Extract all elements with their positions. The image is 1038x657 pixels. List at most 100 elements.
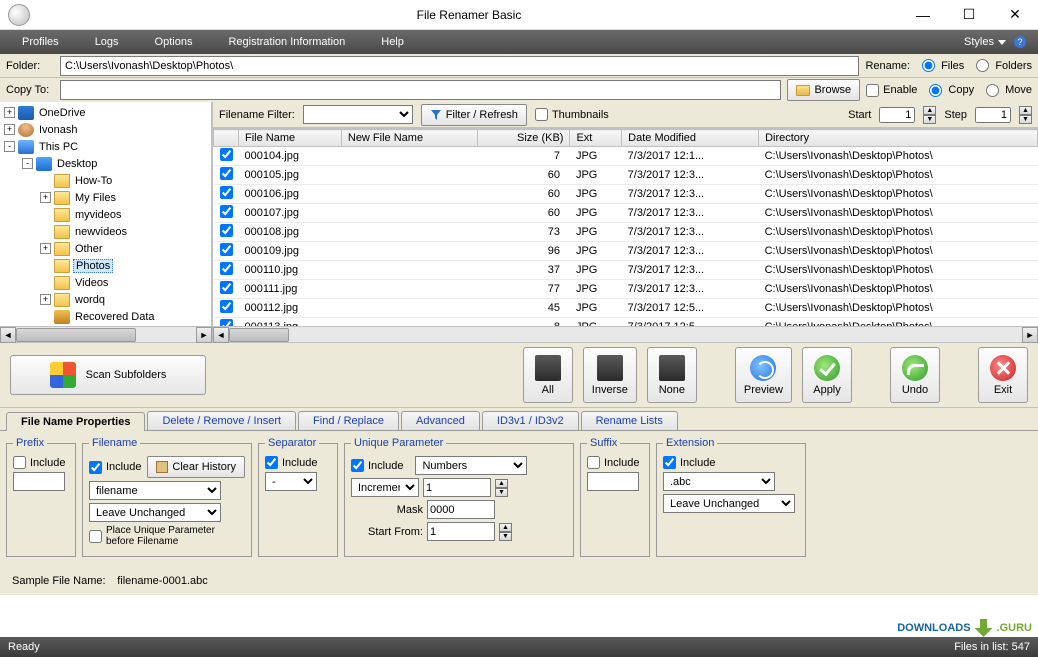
filename-case-combo[interactable]: Leave Unchanged — [89, 503, 221, 522]
expand-icon[interactable]: + — [40, 243, 51, 254]
scroll-thumb[interactable] — [229, 328, 289, 342]
rename-folders-radio[interactable] — [976, 59, 989, 72]
select-none-button[interactable]: None — [647, 347, 697, 403]
filter-refresh-button[interactable]: Filter / Refresh — [421, 104, 527, 126]
unique-mode-spinner[interactable]: ▲▼ — [495, 479, 508, 497]
copy-radio[interactable] — [929, 84, 942, 97]
select-all-button[interactable]: All — [523, 347, 573, 403]
tree-node[interactable]: +wordq — [0, 291, 211, 308]
select-inverse-button[interactable]: Inverse — [583, 347, 637, 403]
browse-button[interactable]: Browse — [787, 79, 860, 101]
tab-file-name-properties[interactable]: File Name Properties — [6, 412, 145, 431]
step-input[interactable] — [975, 107, 1011, 123]
collapse-icon[interactable]: - — [4, 141, 15, 152]
rename-files-radio[interactable] — [922, 59, 935, 72]
tree-node[interactable]: +Other — [0, 240, 211, 257]
table-row[interactable]: 000108.jpg73JPG7/3/2017 12:3...C:\Users\… — [214, 223, 1038, 242]
table-row[interactable]: 000109.jpg96JPG7/3/2017 12:3...C:\Users\… — [214, 242, 1038, 261]
tree-node[interactable]: Videos — [0, 274, 211, 291]
scan-subfolders-button[interactable]: Scan Subfolders — [10, 355, 206, 395]
collapse-icon[interactable]: - — [22, 158, 33, 169]
tree-node[interactable]: +My Files — [0, 189, 211, 206]
tree-node[interactable]: Photos — [0, 257, 211, 274]
extension-combo[interactable]: .abc — [663, 472, 775, 491]
prefix-input[interactable] — [13, 472, 65, 491]
folder-tree[interactable]: +OneDrive+Ivonash-This PC-DesktopHow-To+… — [0, 102, 212, 342]
table-row[interactable]: 000106.jpg60JPG7/3/2017 12:3...C:\Users\… — [214, 185, 1038, 204]
mask-input[interactable] — [427, 500, 495, 519]
table-row[interactable]: 000113.jpg8JPG7/3/2017 12:5...C:\Users\I… — [214, 318, 1038, 327]
table-row[interactable]: 000104.jpg7JPG7/3/2017 12:1...C:\Users\I… — [214, 147, 1038, 166]
tree-node[interactable]: +Ivonash — [0, 121, 211, 138]
table-row[interactable]: 000105.jpg60JPG7/3/2017 12:3...C:\Users\… — [214, 166, 1038, 185]
tab-advanced[interactable]: Advanced — [401, 411, 480, 430]
apply-button[interactable]: Apply — [802, 347, 852, 403]
menu-help[interactable]: Help — [363, 30, 422, 54]
expand-icon[interactable]: + — [4, 107, 15, 118]
scroll-right-icon[interactable]: ► — [196, 327, 212, 343]
table-row[interactable]: 000107.jpg60JPG7/3/2017 12:3...C:\Users\… — [214, 204, 1038, 223]
tree-node[interactable]: myvideos — [0, 206, 211, 223]
col-date[interactable]: Date Modified — [622, 130, 759, 147]
move-radio[interactable] — [986, 84, 999, 97]
col-ext[interactable]: Ext — [570, 130, 622, 147]
row-checkbox[interactable] — [220, 205, 233, 218]
help-icon[interactable]: ? — [1014, 36, 1026, 48]
tree-node[interactable]: -This PC — [0, 138, 211, 155]
menu-options[interactable]: Options — [137, 30, 211, 54]
expand-icon[interactable]: + — [40, 192, 51, 203]
tree-node[interactable]: newvideos — [0, 223, 211, 240]
suffix-include-checkbox[interactable] — [587, 456, 600, 469]
tree-node[interactable]: -Desktop — [0, 155, 211, 172]
grid-hscroll[interactable]: ◄ ► — [213, 326, 1038, 342]
folder-path-input[interactable] — [60, 56, 859, 76]
scroll-right-icon[interactable]: ► — [1022, 327, 1038, 343]
col-size[interactable]: Size (KB) — [478, 130, 570, 147]
col-dir[interactable]: Directory — [759, 130, 1038, 147]
row-checkbox[interactable] — [220, 281, 233, 294]
table-row[interactable]: 000112.jpg45JPG7/3/2017 12:5...C:\Users\… — [214, 299, 1038, 318]
row-checkbox[interactable] — [220, 243, 233, 256]
startfrom-spinner[interactable]: ▲▼ — [499, 523, 512, 541]
unique-mode-combo[interactable]: Increment — [351, 478, 419, 497]
row-checkbox[interactable] — [220, 319, 233, 326]
tab-rename-lists[interactable]: Rename Lists — [581, 411, 678, 430]
table-row[interactable]: 000110.jpg37JPG7/3/2017 12:3...C:\Users\… — [214, 261, 1038, 280]
separator-combo[interactable]: - — [265, 472, 317, 491]
menu-logs[interactable]: Logs — [77, 30, 137, 54]
col-filename[interactable]: File Name — [239, 130, 342, 147]
tree-node[interactable]: Recovered Data — [0, 308, 211, 325]
menu-registration[interactable]: Registration Information — [210, 30, 363, 54]
file-grid[interactable]: File Name New File Name Size (KB) Ext Da… — [213, 128, 1038, 326]
filename-combo[interactable]: filename — [89, 481, 221, 500]
suffix-input[interactable] — [587, 472, 639, 491]
clear-history-button[interactable]: Clear History — [147, 456, 245, 478]
col-check[interactable] — [214, 130, 239, 147]
prefix-include-checkbox[interactable] — [13, 456, 26, 469]
minimize-button[interactable]: — — [900, 0, 946, 30]
row-checkbox[interactable] — [220, 186, 233, 199]
scroll-thumb[interactable] — [16, 328, 136, 342]
step-spinner[interactable]: ▲▼ — [1019, 106, 1032, 124]
maximize-button[interactable]: ☐ — [946, 0, 992, 30]
thumbnails-checkbox[interactable] — [535, 108, 548, 121]
table-row[interactable]: 000111.jpg77JPG7/3/2017 12:3...C:\Users\… — [214, 280, 1038, 299]
filename-include-checkbox[interactable] — [89, 461, 102, 474]
startfrom-input[interactable] — [427, 522, 495, 541]
extension-case-combo[interactable]: Leave Unchanged — [663, 494, 795, 513]
extension-include-checkbox[interactable] — [663, 456, 676, 469]
start-spinner[interactable]: ▲▼ — [923, 106, 936, 124]
scroll-left-icon[interactable]: ◄ — [213, 327, 229, 343]
unique-include-checkbox[interactable] — [351, 459, 364, 472]
expand-icon[interactable]: + — [4, 124, 15, 135]
unique-mode-value-input[interactable] — [423, 478, 491, 497]
tab-find-replace[interactable]: Find / Replace — [298, 411, 399, 430]
exit-button[interactable]: Exit — [978, 347, 1028, 403]
menu-profiles[interactable]: Profiles — [4, 30, 77, 54]
place-before-checkbox[interactable] — [89, 530, 102, 543]
menu-styles[interactable]: Styles ? — [956, 36, 1034, 48]
unique-type-combo[interactable]: Numbers — [415, 456, 527, 475]
close-button[interactable]: ✕ — [992, 0, 1038, 30]
undo-button[interactable]: Undo — [890, 347, 940, 403]
tree-node[interactable]: How-To — [0, 172, 211, 189]
